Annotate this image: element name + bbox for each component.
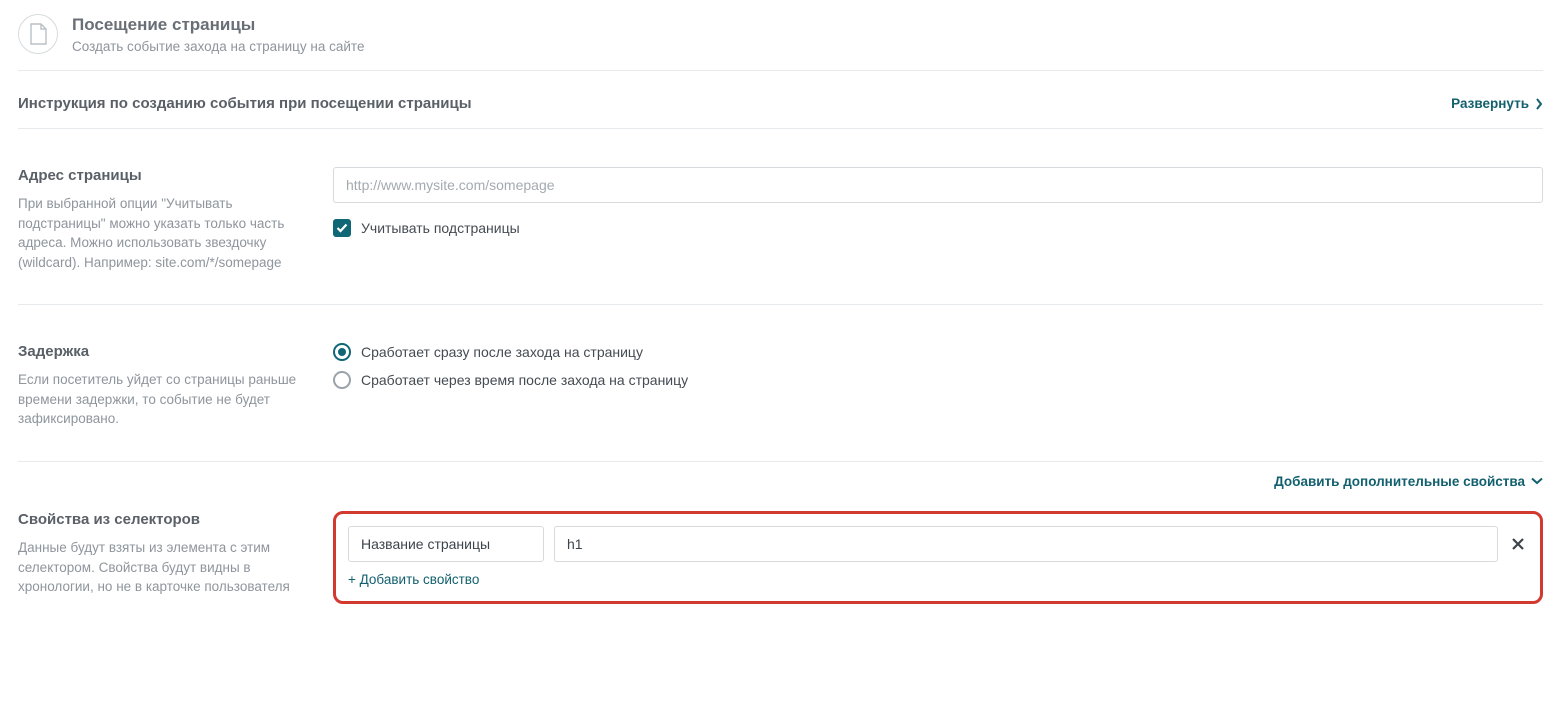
- radio-checked-icon: [333, 343, 351, 361]
- radio-unchecked-icon: [333, 371, 351, 389]
- address-label: Адрес страницы: [18, 167, 313, 184]
- page-visit-icon: [18, 14, 58, 54]
- selectors-label: Свойства из селекторов: [18, 511, 313, 528]
- page-subtitle: Создать событие захода на страницу на са…: [72, 39, 364, 54]
- close-icon: [1511, 537, 1525, 551]
- add-selector-button[interactable]: + Добавить свойство: [348, 572, 479, 587]
- selectors-box: + Добавить свойство: [333, 511, 1543, 604]
- selectors-help: Данные будут взяты из элемента с этим се…: [18, 538, 313, 597]
- selector-name-input[interactable]: [348, 526, 544, 562]
- add-additional-props-button[interactable]: Добавить дополнительные свойства: [1274, 474, 1543, 489]
- selectors-section: Свойства из селекторов Данные будут взят…: [18, 499, 1543, 616]
- instruction-bar: Инструкция по созданию события при посещ…: [18, 71, 1543, 129]
- chevron-down-icon: [1531, 477, 1543, 485]
- chevron-right-icon: [1535, 98, 1543, 110]
- page-title: Посещение страницы: [72, 14, 364, 36]
- selector-value-input[interactable]: [554, 526, 1498, 562]
- remove-selector-button[interactable]: [1508, 537, 1528, 551]
- address-input[interactable]: [333, 167, 1543, 203]
- expand-button[interactable]: Развернуть: [1451, 96, 1543, 111]
- subpages-checkbox[interactable]: [333, 219, 351, 237]
- additional-props-row: Добавить дополнительные свойства: [18, 462, 1543, 499]
- delay-label: Задержка: [18, 343, 313, 360]
- subpages-label: Учитывать подстраницы: [361, 220, 520, 236]
- address-help: При выбранной опции "Учитывать подстрани…: [18, 194, 313, 272]
- instruction-title: Инструкция по созданию события при посещ…: [18, 95, 472, 112]
- delay-option-immediate[interactable]: Сработает сразу после захода на страницу: [333, 343, 1543, 361]
- delay-help: Если посетитель уйдет со страницы раньше…: [18, 370, 313, 429]
- selector-row: [348, 526, 1528, 562]
- address-section: Адрес страницы При выбранной опции "Учит…: [18, 129, 1543, 305]
- delay-option-delayed-label: Сработает через время после захода на ст…: [361, 372, 688, 388]
- expand-label: Развернуть: [1451, 96, 1529, 111]
- add-additional-props-label: Добавить дополнительные свойства: [1274, 474, 1525, 489]
- delay-option-immediate-label: Сработает сразу после захода на страницу: [361, 344, 643, 360]
- delay-section: Задержка Если посетитель уйдет со страни…: [18, 305, 1543, 462]
- delay-option-delayed[interactable]: Сработает через время после захода на ст…: [333, 371, 1543, 389]
- page-header: Посещение страницы Создать событие заход…: [18, 14, 1543, 71]
